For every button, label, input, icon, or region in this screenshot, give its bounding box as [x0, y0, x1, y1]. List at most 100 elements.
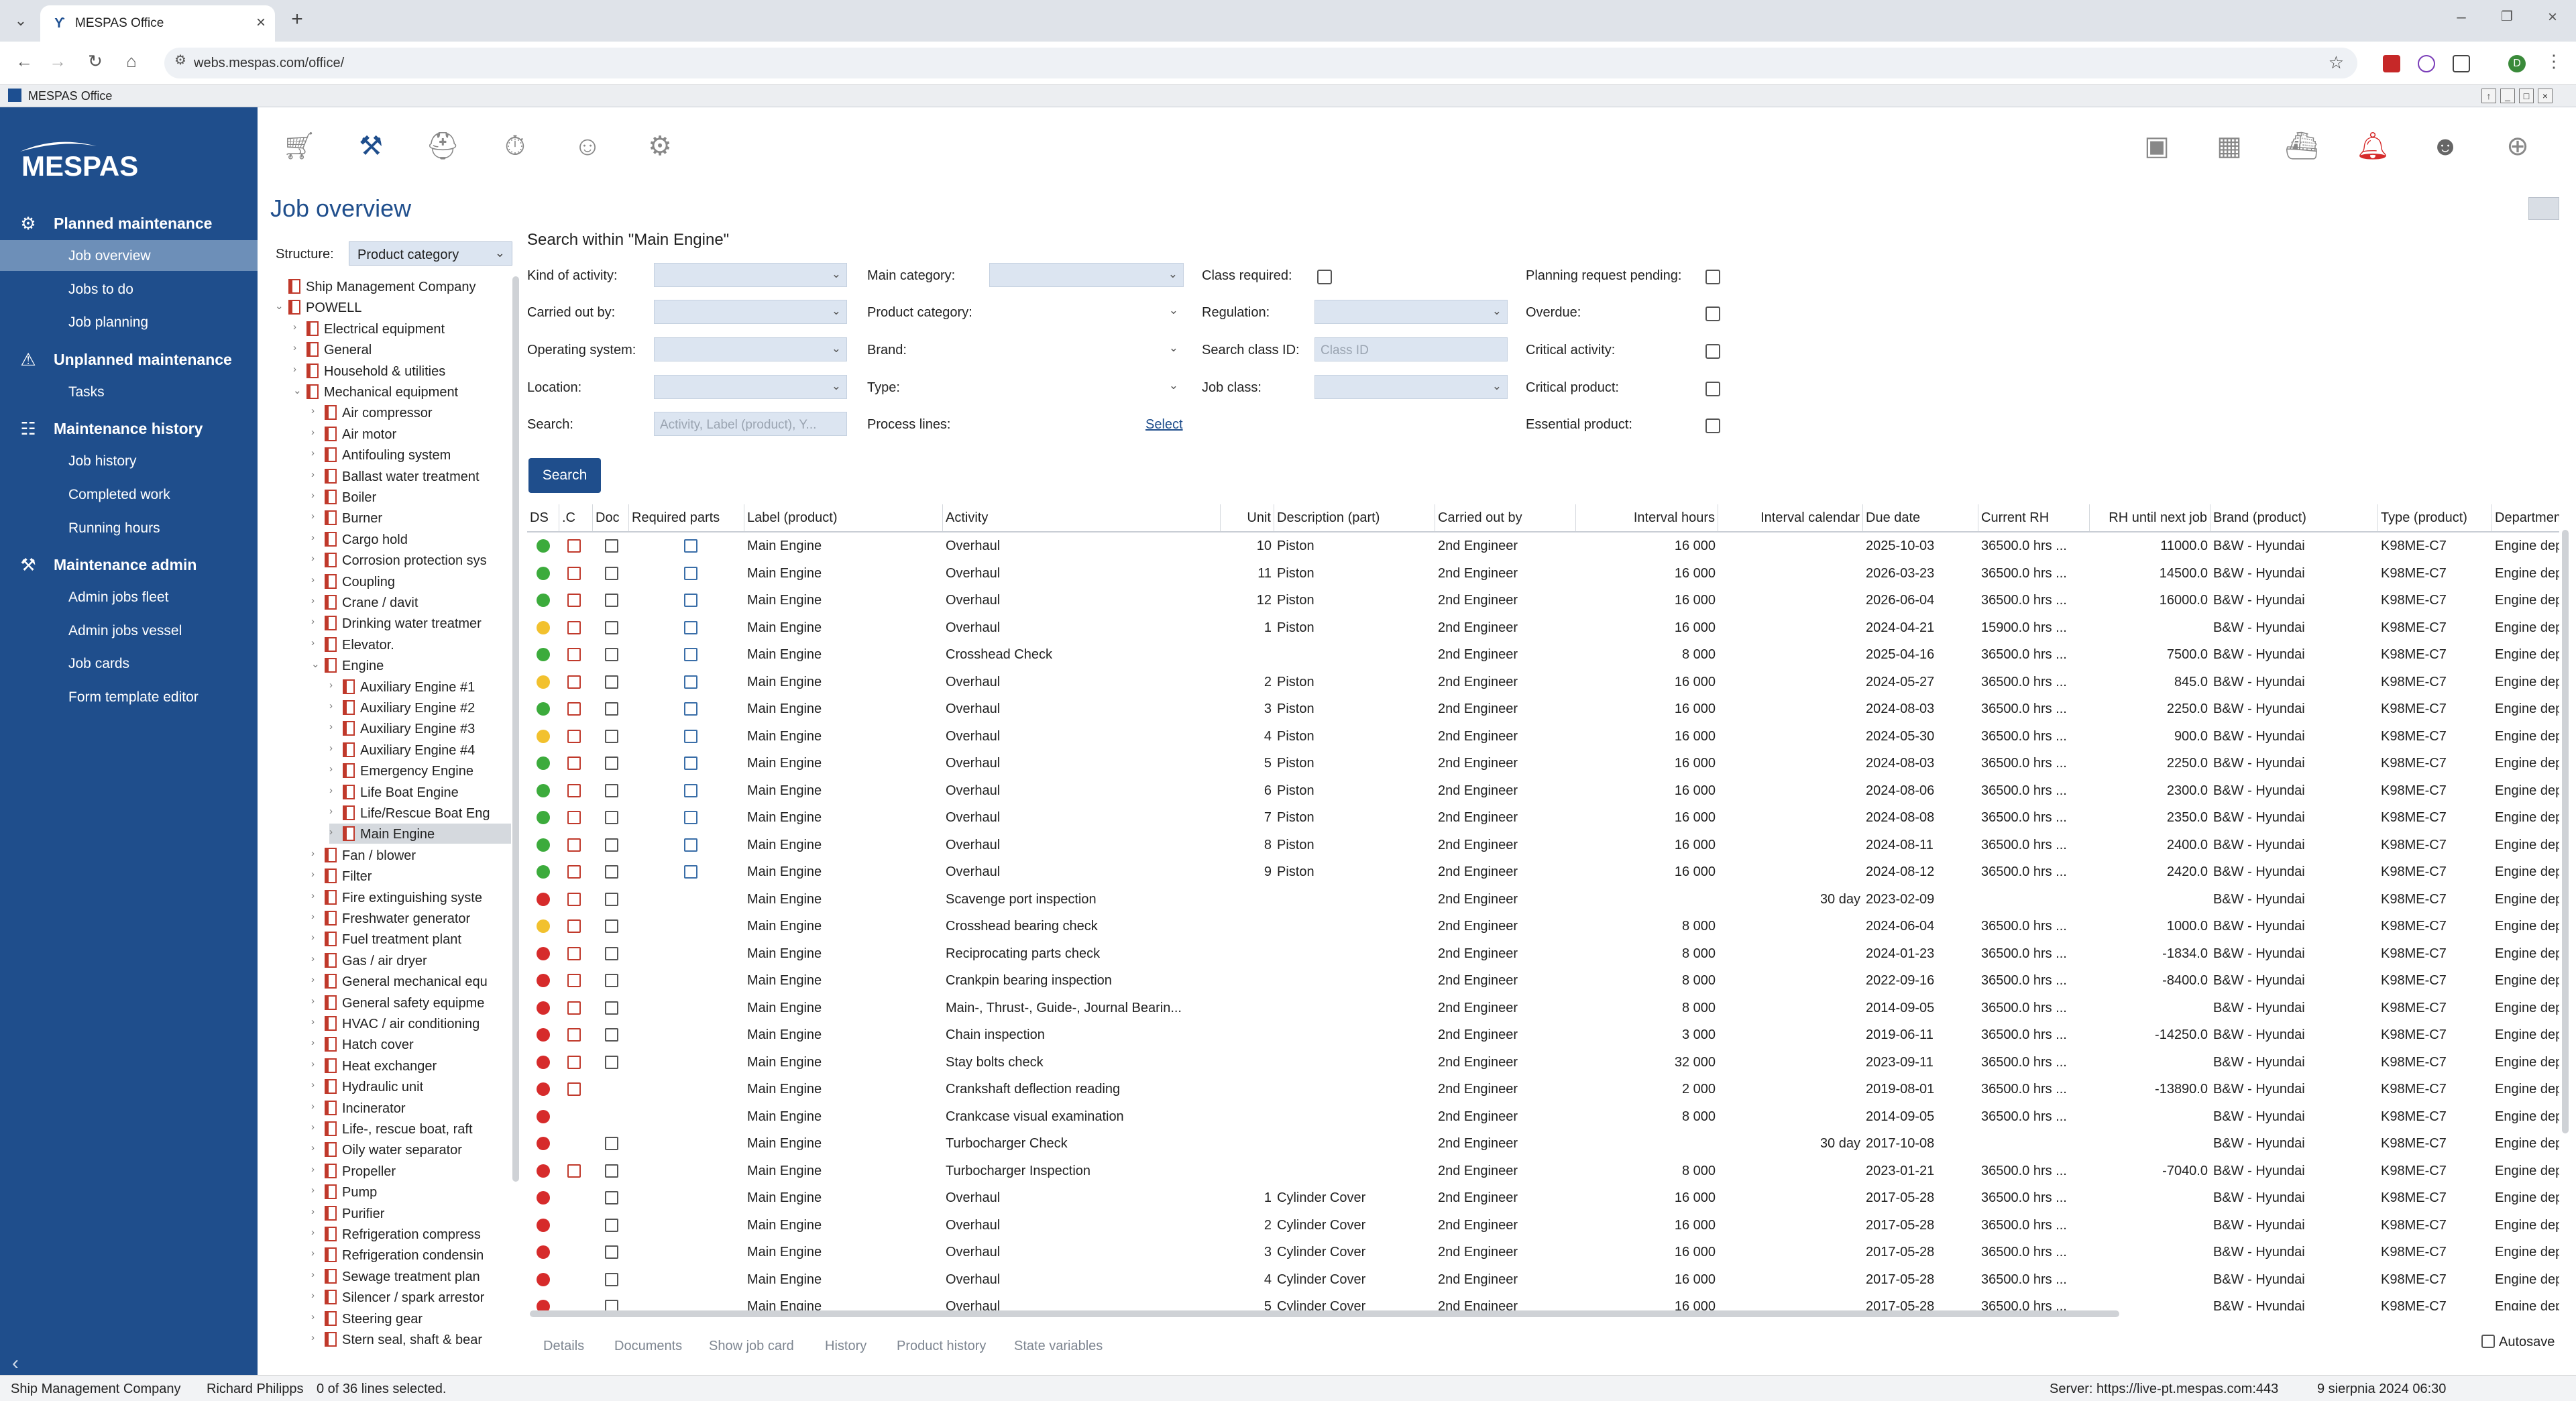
- table-row[interactable]: Main Engine Crosshead bearing check 2nd En…: [527, 913, 2559, 940]
- nav-item[interactable]: Jobs to do: [0, 274, 258, 304]
- stopwatch-icon[interactable]: ⏱︎: [496, 127, 534, 165]
- collapsed-arrow-icon[interactable]: ›: [311, 932, 323, 943]
- table-row[interactable]: Main Engine Overhaul 5 Cylinder Cover 2nd En…: [527, 1293, 2559, 1310]
- collapsed-arrow-icon[interactable]: ›: [311, 1290, 323, 1301]
- class-document-icon[interactable]: [567, 1055, 581, 1069]
- collapsed-arrow-icon[interactable]: ›: [311, 447, 323, 459]
- essential-product-checkbox[interactable]: [1705, 418, 1720, 433]
- column-header[interactable]: Current RH: [1978, 504, 2090, 531]
- required-parts-icon[interactable]: [684, 811, 697, 824]
- restore-window-icon[interactable]: ❐: [2494, 8, 2520, 25]
- app-minimize-icon[interactable]: _: [2500, 89, 2515, 103]
- main-category-select[interactable]: ⌄: [989, 263, 1184, 287]
- app-maximize-icon[interactable]: □: [2519, 89, 2534, 103]
- tree-node[interactable]: › Silencer / spark arrestor: [311, 1287, 511, 1307]
- table-row[interactable]: Main Engine Crankshaft deflection reading…: [527, 1076, 2559, 1103]
- tree-node[interactable]: › Gas / air dryer: [311, 950, 511, 970]
- tree-node[interactable]: › Ballast water treatment: [311, 466, 511, 486]
- column-header[interactable]: Brand (product): [2210, 504, 2378, 531]
- document-icon[interactable]: [605, 1218, 618, 1232]
- tree-node[interactable]: › Incinerator: [311, 1098, 511, 1118]
- required-parts-icon[interactable]: [684, 594, 697, 607]
- tab-state-variables[interactable]: State variables: [1014, 1339, 1103, 1354]
- profile-avatar-icon[interactable]: D: [2508, 55, 2526, 72]
- document-icon[interactable]: [605, 1272, 618, 1286]
- planning-request-pending-checkbox[interactable]: [1705, 270, 1720, 284]
- tree-node[interactable]: › Cargo hold: [311, 529, 511, 549]
- column-header[interactable]: RH until next job: [2090, 504, 2210, 531]
- minimize-window-icon[interactable]: –: [2448, 8, 2475, 27]
- critical-activity-checkbox[interactable]: [1705, 344, 1720, 359]
- column-header[interactable]: Due date: [1863, 504, 1978, 531]
- tree-node[interactable]: › Air compressor: [311, 402, 511, 423]
- bookmark-star-icon[interactable]: ☆: [2329, 52, 2344, 73]
- collapsed-arrow-icon[interactable]: ›: [311, 848, 323, 859]
- table-row[interactable]: Main Engine Stay bolts check 2nd Engineer 3…: [527, 1049, 2559, 1076]
- tree-node[interactable]: › HVAC / air conditioning: [311, 1013, 511, 1033]
- table-row[interactable]: Main Engine Overhaul 7 Piston 2nd Engineer 16…: [527, 804, 2559, 832]
- document-icon[interactable]: [605, 539, 618, 553]
- class-document-icon[interactable]: [567, 783, 581, 797]
- autosave-toggle[interactable]: Autosave: [2481, 1335, 2555, 1350]
- table-row[interactable]: Main Engine Overhaul 2 Cylinder Cover 2nd En…: [527, 1212, 2559, 1239]
- table-row[interactable]: Main Engine Overhaul 5 Piston 2nd Engineer 16…: [527, 750, 2559, 777]
- tree-node[interactable]: Ship Management Company: [275, 276, 511, 296]
- id-card-icon[interactable]: ▣: [2138, 127, 2176, 165]
- expanded-arrow-icon[interactable]: ⌄: [275, 300, 287, 312]
- collapsed-arrow-icon[interactable]: ›: [293, 342, 305, 353]
- class-document-icon[interactable]: [567, 838, 581, 852]
- tree-node[interactable]: › Antifouling system: [311, 445, 511, 465]
- class-document-icon[interactable]: [567, 946, 581, 960]
- document-icon[interactable]: [605, 1055, 618, 1069]
- tab-product-history[interactable]: Product history: [897, 1339, 986, 1354]
- table-row[interactable]: Main Engine Overhaul 1 Cylinder Cover 2nd En…: [527, 1184, 2559, 1212]
- table-row[interactable]: Main Engine Turbocharger Inspection 2nd En…: [527, 1158, 2559, 1185]
- crew-people-icon[interactable]: ☺︎: [569, 127, 606, 165]
- class-document-icon[interactable]: [567, 1164, 581, 1178]
- table-row[interactable]: Main Engine Overhaul 1 Piston 2nd Engineer 16…: [527, 614, 2559, 642]
- table-row[interactable]: Main Engine Overhaul 8 Piston 2nd Engineer 16…: [527, 832, 2559, 859]
- tree-node[interactable]: › General safety equipme: [311, 993, 511, 1013]
- collapsed-arrow-icon[interactable]: ›: [329, 679, 341, 691]
- column-header[interactable]: Required parts: [629, 504, 744, 531]
- document-icon[interactable]: [605, 648, 618, 661]
- class-document-icon[interactable]: [567, 1028, 581, 1042]
- maintenance-tools-icon[interactable]: ⚒︎: [352, 127, 390, 165]
- tree-node[interactable]: › Auxiliary Engine #1: [329, 677, 511, 697]
- collapsed-arrow-icon[interactable]: ›: [311, 1079, 323, 1090]
- tree-node[interactable]: › Corrosion protection sys: [311, 550, 511, 570]
- document-icon[interactable]: [605, 1001, 618, 1015]
- nav-item[interactable]: Job planning: [0, 306, 258, 337]
- document-icon[interactable]: [605, 1300, 618, 1310]
- nav-item[interactable]: Job overview: [0, 240, 258, 271]
- nav-item[interactable]: Form template editor: [0, 681, 258, 712]
- document-icon[interactable]: [605, 675, 618, 689]
- regulation-select[interactable]: ⌄: [1314, 300, 1508, 324]
- tree-node[interactable]: › Life Boat Engine: [329, 782, 511, 802]
- document-icon[interactable]: [605, 946, 618, 960]
- tree-node[interactable]: ⌄ Engine: [311, 655, 511, 675]
- document-icon[interactable]: [605, 756, 618, 770]
- close-window-icon[interactable]: ×: [2539, 8, 2566, 27]
- column-header[interactable]: Interval calendar: [1718, 504, 1863, 531]
- tree-node[interactable]: › Auxiliary Engine #4: [329, 740, 511, 760]
- tree-node[interactable]: › Hatch cover: [311, 1034, 511, 1054]
- process-lines-select-link[interactable]: Select: [1145, 417, 1183, 433]
- required-parts-icon[interactable]: [684, 783, 697, 797]
- collapsed-arrow-icon[interactable]: ›: [311, 595, 323, 606]
- location-select[interactable]: ⌄: [654, 375, 847, 399]
- home-icon[interactable]: ⌂: [119, 51, 144, 72]
- collapsed-arrow-icon[interactable]: ›: [311, 1332, 323, 1343]
- column-header[interactable]: Type (product): [2378, 504, 2492, 531]
- class-document-icon[interactable]: [567, 974, 581, 987]
- collapsed-arrow-icon[interactable]: ›: [311, 510, 323, 522]
- tree-node[interactable]: › Fire extinguishing syste: [311, 887, 511, 907]
- tree-node[interactable]: ⌄ Mechanical equipment: [293, 382, 511, 402]
- tree-node[interactable]: › Household & utilities: [293, 361, 511, 381]
- table-row[interactable]: Main Engine Overhaul 2 Piston 2nd Engineer 16…: [527, 669, 2559, 696]
- collapsed-arrow-icon[interactable]: ›: [311, 1101, 323, 1112]
- type-select[interactable]: ⌄: [989, 375, 1184, 399]
- site-info-icon[interactable]: ⚙: [168, 52, 192, 68]
- tree-node[interactable]: › Oily water separator: [311, 1139, 511, 1160]
- tree-scrollbar[interactable]: [512, 276, 519, 1182]
